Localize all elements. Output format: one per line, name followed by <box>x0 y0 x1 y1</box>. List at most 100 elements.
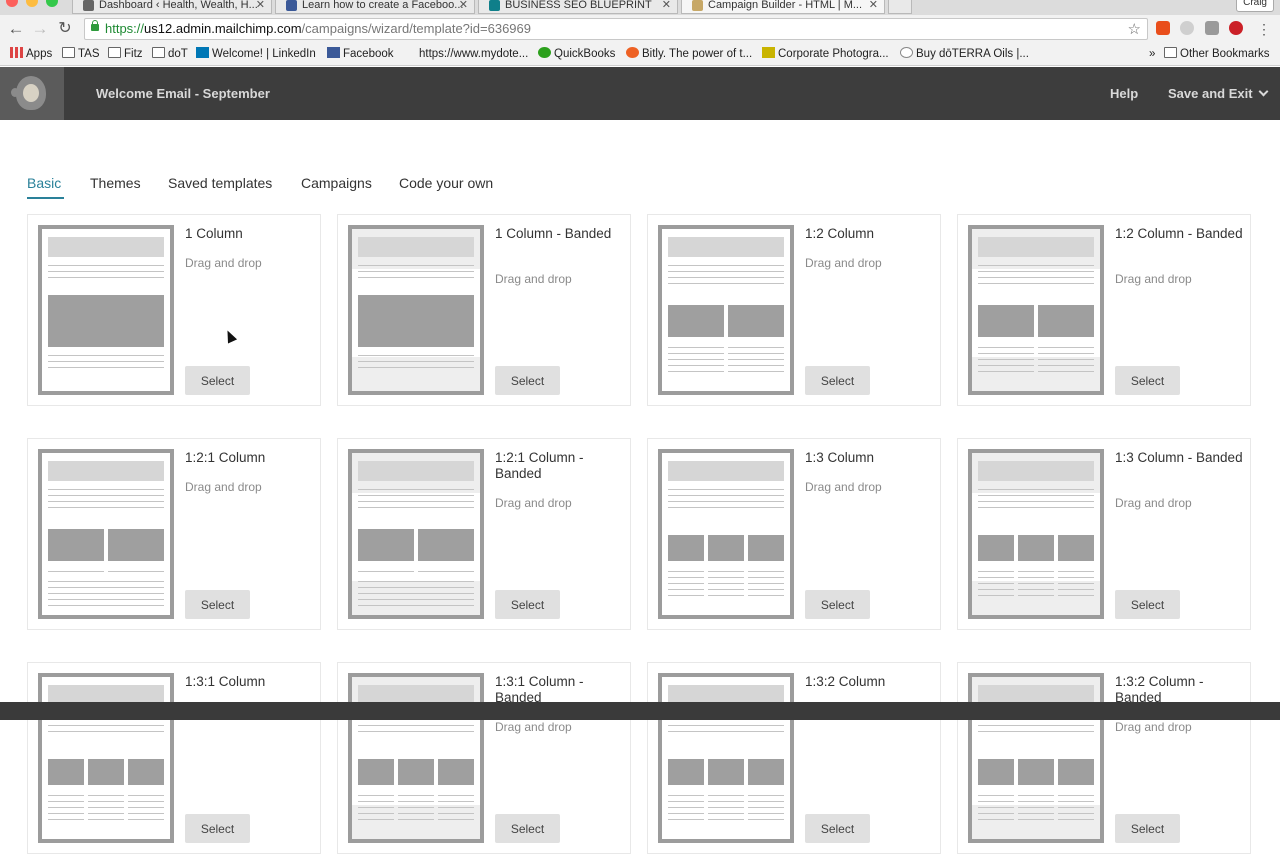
select-template-button[interactable]: Select <box>495 814 560 843</box>
bookmark-tas[interactable]: TAS <box>62 47 100 61</box>
select-template-button[interactable]: Select <box>495 366 560 395</box>
profile-button[interactable]: Craig <box>1236 0 1274 12</box>
browser-tab[interactable]: Learn how to create a Faceboo... ✕ <box>275 0 475 14</box>
preview-line <box>668 271 784 272</box>
back-icon[interactable]: ← <box>6 19 26 39</box>
select-template-button[interactable]: Select <box>1115 590 1180 619</box>
template-preview-thumbnail[interactable] <box>968 225 1104 395</box>
bookmark-dot[interactable]: doT <box>152 47 188 61</box>
preview-header-block <box>48 237 164 257</box>
preview-line <box>358 819 394 820</box>
bookmark-corporate[interactable]: Corporate Photogra... <box>762 47 889 61</box>
preview-line <box>978 807 1014 808</box>
select-template-button[interactable]: Select <box>495 590 560 619</box>
new-tab-button[interactable] <box>888 0 912 14</box>
template-card[interactable]: 1:2:1 Column Drag and drop Select <box>27 438 321 630</box>
template-preview-thumbnail[interactable] <box>968 449 1104 619</box>
template-card[interactable]: 1:2:1 Column - Banded Drag and drop Select <box>337 438 631 630</box>
template-card[interactable]: 1:3 Column - Banded Drag and drop Select <box>957 438 1251 630</box>
freddie-monkey-icon <box>11 76 46 110</box>
bookmarks-overflow-icon[interactable]: » <box>1149 47 1155 61</box>
bookmark-star-icon[interactable]: ☆ <box>1128 20 1141 38</box>
select-template-button[interactable]: Select <box>185 366 250 395</box>
preview-line <box>978 507 1094 508</box>
tab-themes[interactable]: Themes <box>90 175 141 191</box>
template-card[interactable]: 1:3:1 Column - Banded Drag and drop Select <box>337 662 631 854</box>
menu-icon[interactable]: ⋮ <box>1254 19 1274 39</box>
browser-tab[interactable]: BUSINESS SEO BLUEPRINT ✕ <box>478 0 678 14</box>
bookmark-bitly[interactable]: Bitly. The power of t... <box>626 47 752 61</box>
select-template-button[interactable]: Select <box>185 814 250 843</box>
minimize-window-icon[interactable] <box>26 0 38 7</box>
preview-line <box>438 807 474 808</box>
template-card[interactable]: 1 Column - Banded Drag and drop Select <box>337 214 631 406</box>
close-tab-icon[interactable]: ✕ <box>662 0 671 13</box>
preview-line <box>48 571 104 572</box>
reload-icon[interactable]: ↻ <box>55 19 75 39</box>
tab-saved-templates[interactable]: Saved templates <box>168 175 272 191</box>
close-tab-icon[interactable]: ✕ <box>459 0 468 13</box>
select-template-button[interactable]: Select <box>805 366 870 395</box>
preview-image-block <box>1058 535 1094 561</box>
template-card[interactable]: 1:2 Column Drag and drop Select <box>647 214 941 406</box>
template-title: 1:3 Column <box>805 450 875 465</box>
close-tab-icon[interactable]: ✕ <box>869 0 878 13</box>
preview-line <box>978 489 1094 490</box>
select-template-button[interactable]: Select <box>1115 366 1180 395</box>
tab-campaigns[interactable]: Campaigns <box>301 175 372 191</box>
template-card[interactable]: 1 Column Drag and drop Select <box>27 214 321 406</box>
bookmark-mydoterra[interactable]: https://www.mydote... <box>419 47 528 61</box>
pinterest-extension-icon[interactable] <box>1229 21 1243 35</box>
mailchimp-logo[interactable] <box>0 67 64 120</box>
template-preview-thumbnail[interactable] <box>38 673 174 843</box>
template-preview-thumbnail[interactable] <box>968 673 1104 843</box>
template-preview-thumbnail[interactable] <box>348 673 484 843</box>
template-preview-thumbnail[interactable] <box>348 449 484 619</box>
preview-line <box>708 819 744 820</box>
select-template-button[interactable]: Select <box>805 814 870 843</box>
preview-line <box>668 589 704 590</box>
save-and-exit-dropdown[interactable]: Save and Exit <box>1168 86 1268 101</box>
template-preview-thumbnail[interactable] <box>348 225 484 395</box>
template-card[interactable]: 1:3:2 ColumnDrag and dropSelect <box>647 662 941 854</box>
template-preview-thumbnail[interactable] <box>658 449 794 619</box>
bookmark-linkedin[interactable]: Welcome! | LinkedIn <box>196 47 316 61</box>
maximize-window-icon[interactable] <box>46 0 58 7</box>
template-card[interactable]: 1:3:2 Column - Banded Drag and drop Select <box>957 662 1251 854</box>
template-card[interactable]: 1:3 Column Drag and drop Select <box>647 438 941 630</box>
template-preview-thumbnail[interactable] <box>658 225 794 395</box>
select-template-button[interactable]: Select <box>1115 814 1180 843</box>
office-extension-icon[interactable] <box>1156 21 1170 35</box>
tab-code-your-own[interactable]: Code your own <box>399 175 493 191</box>
browser-tab-active[interactable]: Campaign Builder - HTML | M... ✕ <box>681 0 885 14</box>
bookmark-doterra[interactable]: Buy dōTERRA Oils |... <box>900 47 1029 61</box>
bookmark-other[interactable]: Other Bookmarks <box>1164 47 1269 61</box>
cloud-extension-icon[interactable] <box>1180 21 1194 35</box>
close-tab-icon[interactable]: ✕ <box>256 0 265 13</box>
select-template-button[interactable]: Select <box>805 590 870 619</box>
template-subtitle: Drag and drop <box>495 720 572 734</box>
close-window-icon[interactable] <box>6 0 18 7</box>
help-link[interactable]: Help <box>1110 86 1138 101</box>
template-preview-thumbnail[interactable] <box>658 673 794 843</box>
tab-basic[interactable]: Basic <box>27 175 61 191</box>
select-template-button[interactable]: Select <box>185 590 250 619</box>
preview-image-block <box>418 529 474 561</box>
template-preview-thumbnail[interactable] <box>38 225 174 395</box>
template-preview-thumbnail[interactable] <box>38 449 174 619</box>
forward-icon[interactable]: → <box>30 19 50 39</box>
browser-tab[interactable]: Dashboard ‹ Health, Wealth, H... ✕ <box>72 0 272 14</box>
preview-line <box>48 581 164 582</box>
preview-image-block <box>708 759 744 785</box>
bookmark-quickbooks[interactable]: QuickBooks <box>538 47 615 61</box>
template-card[interactable]: 1:2 Column - Banded Drag and drop Select <box>957 214 1251 406</box>
extension-icon[interactable] <box>1205 21 1219 35</box>
address-bar[interactable]: https://us12.admin.mailchimp.com/campaig… <box>84 18 1148 40</box>
bookmark-fitz[interactable]: Fitz <box>108 47 143 61</box>
template-card[interactable]: 1:3:1 ColumnDrag and dropSelect <box>27 662 321 854</box>
preview-line <box>1058 807 1094 808</box>
preview-image-block <box>978 535 1014 561</box>
bookmark-facebook[interactable]: Facebook <box>327 47 394 61</box>
bookmark-apps[interactable]: Apps <box>10 47 52 61</box>
preview-line <box>128 819 164 820</box>
